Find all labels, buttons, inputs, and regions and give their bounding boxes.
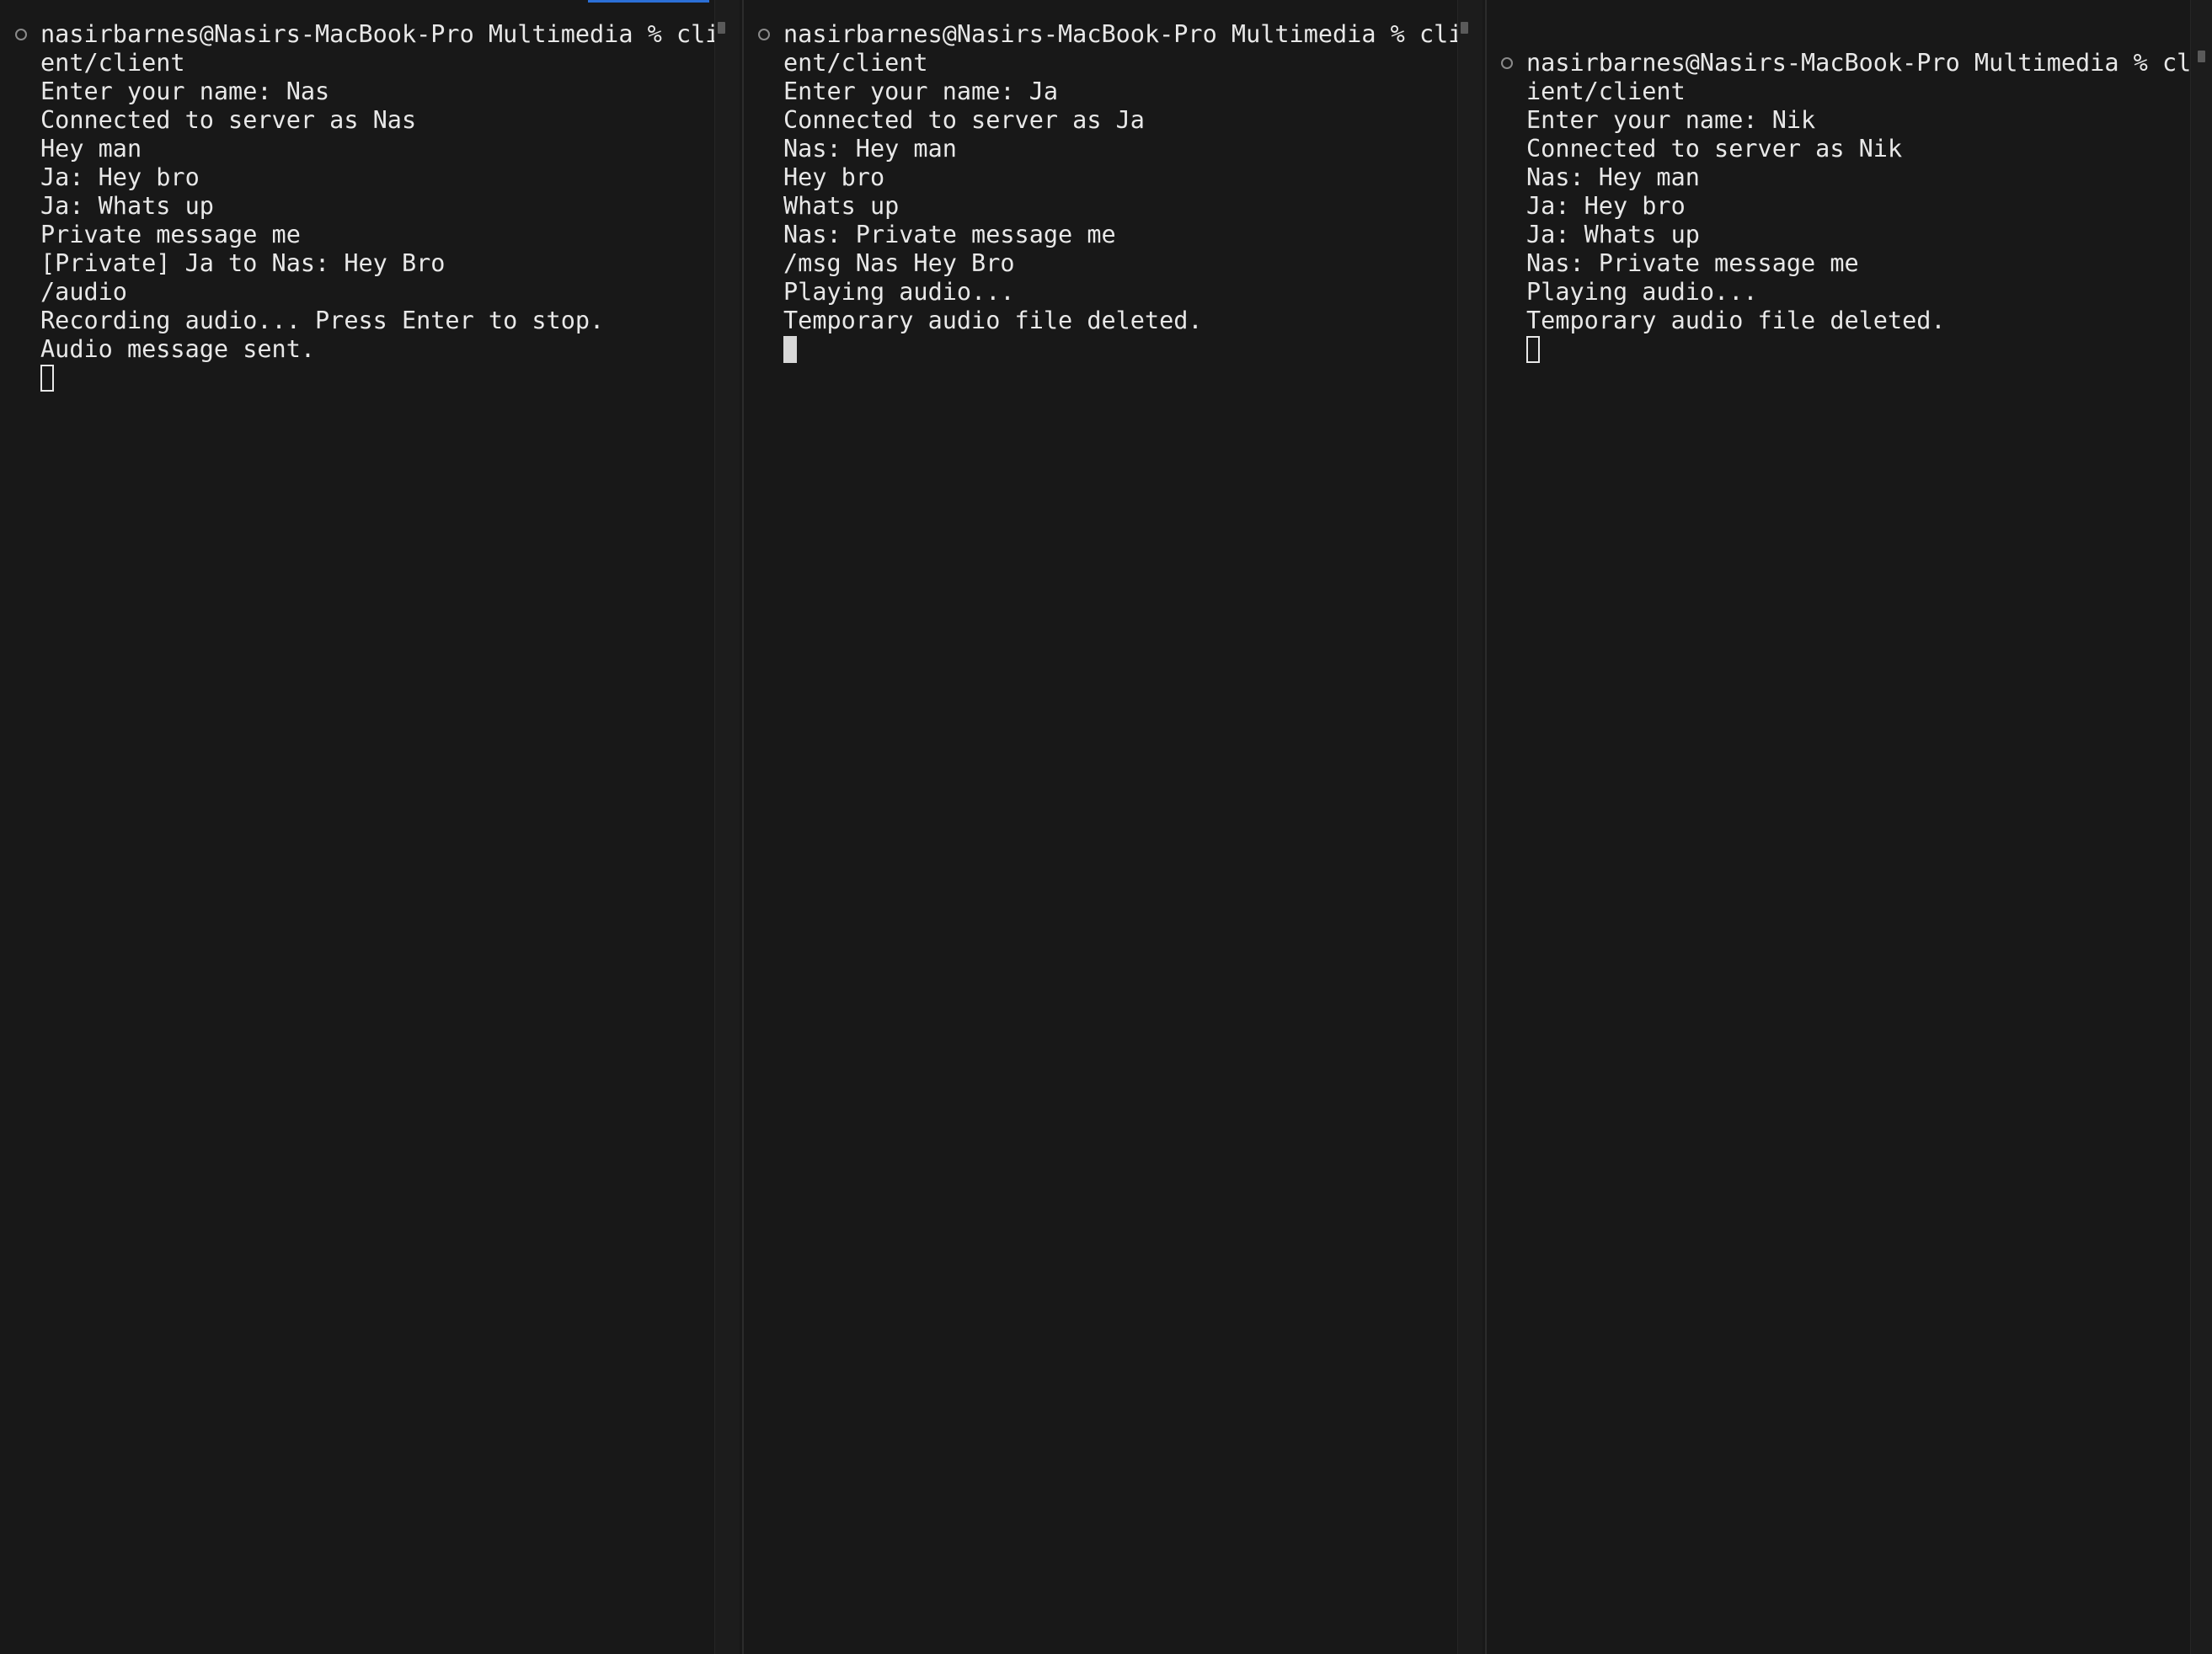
terminal-output[interactable]: nasirbarnes@Nasirs-MacBook-Pro Multimedi… xyxy=(758,20,1463,364)
terminal-line: Nas: Hey man xyxy=(783,135,957,163)
terminal-cursor xyxy=(783,336,797,363)
terminal-line: Hey man xyxy=(40,135,142,163)
terminal-line: Whats up xyxy=(783,192,900,220)
terminal-line: Nas: Private message me xyxy=(783,221,1116,248)
terminal-line: nasirbarnes@Nasirs-MacBook-Pro Multimedi… xyxy=(1526,49,2192,77)
terminal-line: /audio xyxy=(40,278,127,306)
terminal-line: nasirbarnes@Nasirs-MacBook-Pro Multimedi… xyxy=(783,20,1463,48)
prompt-line[interactable] xyxy=(40,364,719,392)
terminal-line: Playing audio... xyxy=(783,278,1015,306)
scrollbar[interactable] xyxy=(2190,0,2212,1654)
terminal-output[interactable]: nasirbarnes@Nasirs-MacBook-Pro Multimedi… xyxy=(15,20,720,392)
scrollbar-thumb[interactable] xyxy=(718,22,725,34)
prompt-line[interactable] xyxy=(1526,335,2191,364)
terminal-line: Connected to server as Nas xyxy=(40,106,417,134)
terminal-line: Private message me xyxy=(40,221,301,248)
scrollbar[interactable] xyxy=(1457,0,1483,1654)
terminal-line: Nas: Private message me xyxy=(1526,249,1859,277)
terminal-line: Playing audio... xyxy=(1526,278,1758,306)
terminal-line: ent/client xyxy=(783,49,928,77)
terminal-line: Enter your name: Nik xyxy=(1526,106,1816,134)
terminal-window: nasirbarnes@Nasirs-MacBook-Pro Multimedi… xyxy=(0,0,2212,1654)
scrollbar-thumb[interactable] xyxy=(2198,51,2205,62)
terminal-line: [Private] Ja to Nas: Hey Bro xyxy=(40,249,446,277)
terminal-line: Temporary audio file deleted. xyxy=(783,307,1203,334)
terminal-pane-nas[interactable]: nasirbarnes@Nasirs-MacBook-Pro Multimedi… xyxy=(0,0,743,1654)
terminal-line: Ja: Whats up xyxy=(40,192,214,220)
command-status-circle-icon[interactable] xyxy=(1501,57,1513,69)
terminal-pane-nik[interactable]: nasirbarnes@Nasirs-MacBook-Pro Multimedi… xyxy=(1486,0,2212,1654)
terminal-line: Temporary audio file deleted. xyxy=(1526,307,1946,334)
terminal-line: /msg Nas Hey Bro xyxy=(783,249,1015,277)
terminal-line: Connected to server as Nik xyxy=(1526,135,1903,163)
terminal-pane-ja[interactable]: nasirbarnes@Nasirs-MacBook-Pro Multimedi… xyxy=(743,0,1486,1654)
terminal-line: Hey bro xyxy=(783,163,885,191)
command-status-circle-icon[interactable] xyxy=(758,29,770,40)
terminal-line: Audio message sent. xyxy=(40,335,316,363)
terminal-line: nasirbarnes@Nasirs-MacBook-Pro Multimedi… xyxy=(40,20,720,48)
terminal-line: Nas: Hey man xyxy=(1526,163,1700,191)
terminal-cursor xyxy=(40,365,54,392)
terminal-line: Recording audio... Press Enter to stop. xyxy=(40,307,605,334)
command-status-circle-icon[interactable] xyxy=(15,29,27,40)
terminal-line: Ja: Hey bro xyxy=(1526,192,1686,220)
scrollbar-thumb[interactable] xyxy=(1461,22,1468,34)
terminal-line: Enter your name: Nas xyxy=(40,77,330,105)
scrollbar[interactable] xyxy=(714,0,740,1654)
terminal-line: Connected to server as Ja xyxy=(783,106,1145,134)
terminal-line: Ja: Whats up xyxy=(1526,221,1700,248)
terminal-output[interactable]: nasirbarnes@Nasirs-MacBook-Pro Multimedi… xyxy=(1501,49,2192,364)
terminal-line: ient/client xyxy=(1526,77,1686,105)
terminal-cursor xyxy=(1526,336,1540,363)
prompt-line[interactable] xyxy=(783,335,1462,364)
terminal-line: Ja: Hey bro xyxy=(40,163,200,191)
terminal-line: ent/client xyxy=(40,49,185,77)
terminal-line: Enter your name: Ja xyxy=(783,77,1059,105)
